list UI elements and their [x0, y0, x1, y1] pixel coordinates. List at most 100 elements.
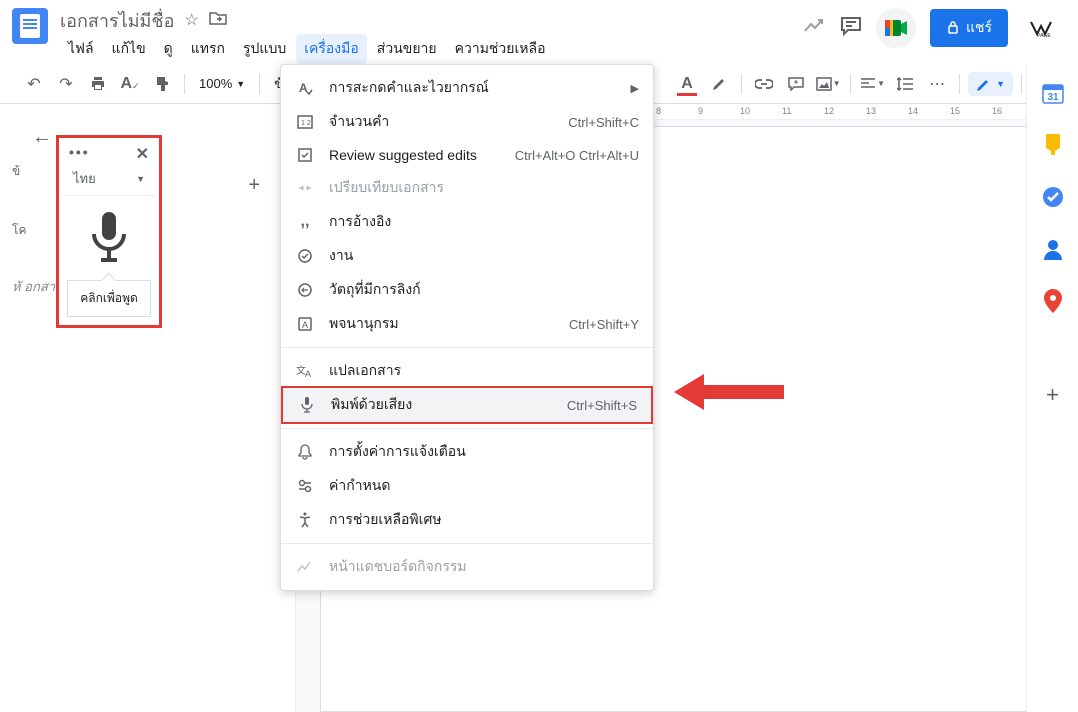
svg-text:A: A	[299, 81, 308, 95]
menu-ความช่วยเหลือ[interactable]: ความช่วยเหลือ	[447, 34, 554, 64]
menu-item-label: การอ้างอิง	[329, 211, 639, 233]
annotation-arrow	[674, 372, 784, 417]
menu-item-translate[interactable]: 文Aแปลเอกสาร	[281, 354, 653, 388]
menu-item-dash: หน้าแดชบอร์ดกิจกรรม	[281, 550, 653, 584]
zoom-select[interactable]: 100%▼	[193, 74, 251, 93]
access-icon	[295, 510, 315, 530]
move-folder-icon[interactable]	[209, 11, 227, 30]
voice-language-label: ไทย	[73, 168, 96, 189]
menu-item-access[interactable]: การช่วยเหลือพิเศษ	[281, 503, 653, 537]
menu-ส่วนขยาย[interactable]: ส่วนขยาย	[369, 34, 445, 64]
line-spacing-button[interactable]	[891, 70, 919, 98]
redo-button[interactable]: ↷	[52, 70, 80, 98]
outline-add-icon[interactable]: +	[248, 174, 260, 197]
menu-item-label: หน้าแดชบอร์ดกิจกรรม	[329, 556, 639, 578]
share-button[interactable]: แชร์	[930, 9, 1008, 47]
text-color-button[interactable]: A	[673, 70, 701, 98]
menu-ไฟล์[interactable]: ไฟล์	[60, 34, 102, 64]
menu-ดู[interactable]: ดู	[156, 34, 181, 64]
menu-แทรก[interactable]: แทรก	[183, 34, 233, 64]
menu-item-link[interactable]: วัตถุที่มีการลิงก์	[281, 273, 653, 307]
insert-image-button[interactable]: ▼	[814, 70, 842, 98]
voice-hint: คลิกเพื่อพูด	[67, 280, 151, 317]
bell-icon	[295, 442, 315, 462]
calendar-icon[interactable]: 31	[1042, 82, 1064, 104]
star-icon[interactable]: ☆	[184, 10, 198, 30]
svg-text:31: 31	[1047, 92, 1059, 103]
menu-item-label: การสะกดคำและไวยากรณ์	[329, 77, 631, 99]
insert-link-button[interactable]	[750, 70, 778, 98]
ruler-tick: 8	[656, 106, 661, 116]
more-toolbar-button[interactable]: ⋯	[923, 70, 951, 98]
app-header: เอกสารไม่มีชื่อ ☆ ไฟล์แก้ไขดูแทรกรูปแบบเ…	[0, 0, 1078, 64]
menu-item-mic[interactable]: พิมพ์ด้วยเสียงCtrl+Shift+S	[281, 386, 653, 424]
ruler-tick: 9	[698, 106, 703, 116]
undo-button[interactable]: ↶	[20, 70, 48, 98]
tasks-icon[interactable]	[1042, 186, 1064, 208]
spell-icon: A	[295, 78, 315, 98]
svg-text:PAGE: PAGE	[1037, 33, 1051, 38]
menu-เครื่องมือ[interactable]: เครื่องมือ	[296, 34, 367, 64]
ruler-tick: 15	[950, 106, 960, 116]
dict-icon: A	[295, 314, 315, 334]
ruler-tick: 10	[740, 106, 750, 116]
menu-item-spell[interactable]: A การสะกดคำและไวยากรณ์▶	[281, 71, 653, 105]
review-icon	[295, 145, 315, 165]
highlight-button[interactable]	[705, 70, 733, 98]
outline-back-icon[interactable]: ←	[32, 126, 52, 149]
prefs-icon	[295, 476, 315, 496]
editing-mode-button[interactable]: ▼	[968, 72, 1013, 96]
menu-item-bell[interactable]: การตั้งค่าการแจ้งเตือน	[281, 435, 653, 469]
voice-menu-icon[interactable]: •••	[69, 144, 90, 164]
meet-button[interactable]	[876, 8, 916, 48]
zoom-value: 100%	[199, 76, 232, 91]
comments-icon[interactable]	[840, 16, 862, 41]
outline-panel: ← ข้ + โค หั อกสารจะปรากฏที่นี่ ••• ✕ ไท…	[0, 104, 280, 712]
docs-logo-icon[interactable]	[12, 8, 48, 44]
insert-comment-button[interactable]	[782, 70, 810, 98]
menu-แก้ไข[interactable]: แก้ไข	[104, 34, 154, 64]
compare-icon	[295, 178, 315, 198]
menu-item-label: งาน	[329, 245, 639, 267]
print-button[interactable]	[84, 70, 112, 98]
document-title[interactable]: เอกสารไม่มีชื่อ	[60, 6, 174, 35]
svg-text:A: A	[305, 369, 311, 379]
tools-menu-dropdown: A การสะกดคำและไวยากรณ์▶ 1 2 จำนวนคำ Ctrl+Shi…	[280, 64, 654, 591]
menu-shortcut: Ctrl+Alt+O Ctrl+Alt+U	[515, 148, 639, 163]
quote-icon: ,,	[295, 212, 315, 232]
voice-language-select[interactable]: ไทย ▼	[63, 166, 155, 196]
menu-divider	[281, 428, 653, 429]
submenu-arrow-icon: ▶	[631, 82, 639, 95]
add-addon-icon[interactable]: +	[1046, 382, 1059, 408]
menu-item-count[interactable]: 1 2จำนวนคำCtrl+Shift+C	[281, 105, 653, 139]
voice-mic-button[interactable]	[59, 196, 159, 274]
share-button-label: แชร์	[966, 17, 992, 39]
menu-item-review[interactable]: Review suggested editsCtrl+Alt+O Ctrl+Al…	[281, 139, 653, 171]
extension-icon[interactable]: PAGE	[1022, 14, 1066, 42]
voice-close-icon[interactable]: ✕	[136, 144, 149, 164]
mic-icon	[297, 395, 317, 415]
menu-item-prefs[interactable]: ค่ากำหนด	[281, 469, 653, 503]
contacts-icon[interactable]	[1042, 238, 1064, 260]
menu-divider	[281, 543, 653, 544]
link-icon	[295, 280, 315, 300]
svg-text:1 2: 1 2	[301, 120, 311, 127]
menu-รูปแบบ[interactable]: รูปแบบ	[235, 34, 294, 64]
count-icon: 1 2	[295, 112, 315, 132]
menu-item-dict[interactable]: AพจนานุกรมCtrl+Shift+Y	[281, 307, 653, 341]
check-icon	[295, 246, 315, 266]
menu-shortcut: Ctrl+Shift+S	[567, 398, 637, 413]
maps-icon[interactable]	[1042, 290, 1064, 312]
keep-icon[interactable]	[1042, 134, 1064, 156]
align-button[interactable]: ▼	[859, 70, 887, 98]
svg-text:A: A	[302, 320, 308, 330]
menu-item-check[interactable]: งาน	[281, 239, 653, 273]
menu-item-quote[interactable]: ,, การอ้างอิง	[281, 205, 653, 239]
activity-trend-icon[interactable]	[804, 19, 826, 38]
dash-icon	[295, 557, 315, 577]
menu-item-label: จำนวนคำ	[329, 111, 568, 133]
spellcheck-button[interactable]: A✓	[116, 70, 144, 98]
menu-item-label: วัตถุที่มีการลิงก์	[329, 279, 639, 301]
paint-format-button[interactable]	[148, 70, 176, 98]
ruler-tick: 12	[824, 106, 834, 116]
